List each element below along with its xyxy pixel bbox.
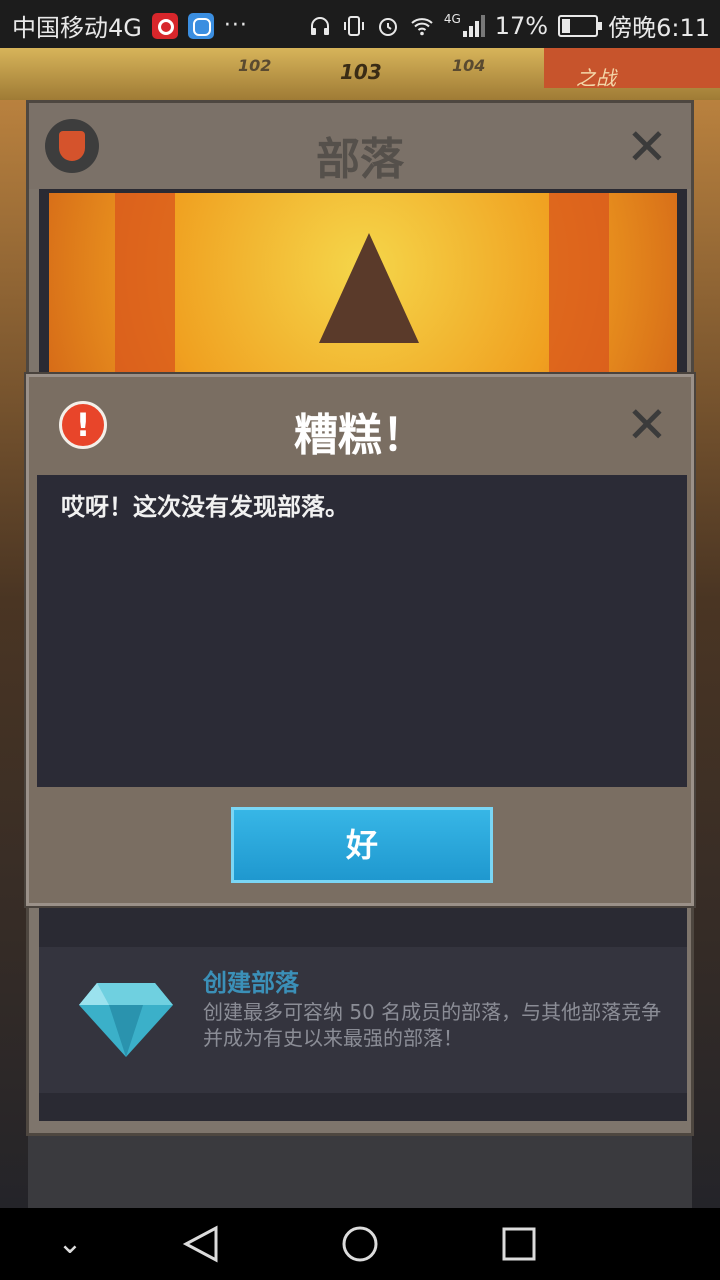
wifi-icon (411, 17, 433, 35)
event-banner[interactable]: 之战 (544, 48, 720, 90)
event-label: 之战 (576, 66, 616, 90)
create-tribe-card[interactable]: 创建部落 创建最多可容纳 50 名成员的部落，与其他部落竞争并成为有史以来最强的… (39, 947, 687, 1093)
pirate-ship-illustration (319, 233, 419, 343)
collapse-chevron-icon[interactable]: ⌄ (40, 1224, 100, 1264)
recent-apps-icon[interactable] (490, 1224, 550, 1264)
home-icon[interactable] (330, 1224, 390, 1264)
netease-music-icon (151, 12, 178, 39)
level-number: 103 (340, 60, 382, 84)
alert-dialog: ! 糟糕！ ✕ 哎呀！这次没有发现部落。 好 (26, 374, 694, 906)
game-background-right (692, 100, 720, 1208)
headphones-icon (310, 16, 329, 35)
vibrate-icon (343, 15, 364, 36)
tribe-panel-header: 部落 ✕ (29, 103, 691, 189)
signal-icon (462, 14, 485, 37)
diamond-icon (79, 983, 173, 1057)
battery-percent: 17% (494, 11, 549, 40)
app-notification-icon (187, 12, 214, 39)
dialog-header: ! 糟糕！ ✕ (29, 377, 691, 475)
dialog-message: 哎呀！这次没有发现部落。 (61, 493, 349, 521)
level-number: 102 (238, 56, 272, 75)
tribe-close-icon[interactable]: ✕ (625, 122, 669, 172)
carrier-label: 中国移动4G (12, 14, 142, 42)
alarm-icon (378, 17, 397, 36)
dialog-body: 哎呀！这次没有发现部落。 (37, 475, 687, 787)
ok-button[interactable]: 好 (231, 807, 493, 883)
level-number: 104 (452, 56, 486, 75)
dialog-close-icon[interactable]: ✕ (625, 400, 669, 450)
create-tribe-description: 创建最多可容纳 50 名成员的部落，与其他部落竞争并成为有史以来最强的部落！ (203, 1000, 662, 1050)
game-background-top: 102 103 104 之战 (0, 48, 720, 100)
status-bar: 中国移动4G ··· 4G 17% 傍晚6:11 (0, 0, 720, 48)
tribe-panel-title: 部落 (316, 134, 404, 185)
dialog-title: 糟糕！ (294, 410, 426, 461)
game-background-left (0, 100, 28, 1208)
tribe-banner-image (39, 189, 687, 379)
network-type-label: 4G (443, 11, 461, 26)
navigation-bar: ⌄ (0, 1208, 720, 1280)
battery-icon (558, 14, 603, 37)
clock: 傍晚6:11 (608, 14, 710, 42)
back-icon[interactable] (172, 1224, 232, 1264)
more-notifications: ··· (223, 13, 248, 38)
create-tribe-title: 创建部落 (203, 969, 299, 997)
